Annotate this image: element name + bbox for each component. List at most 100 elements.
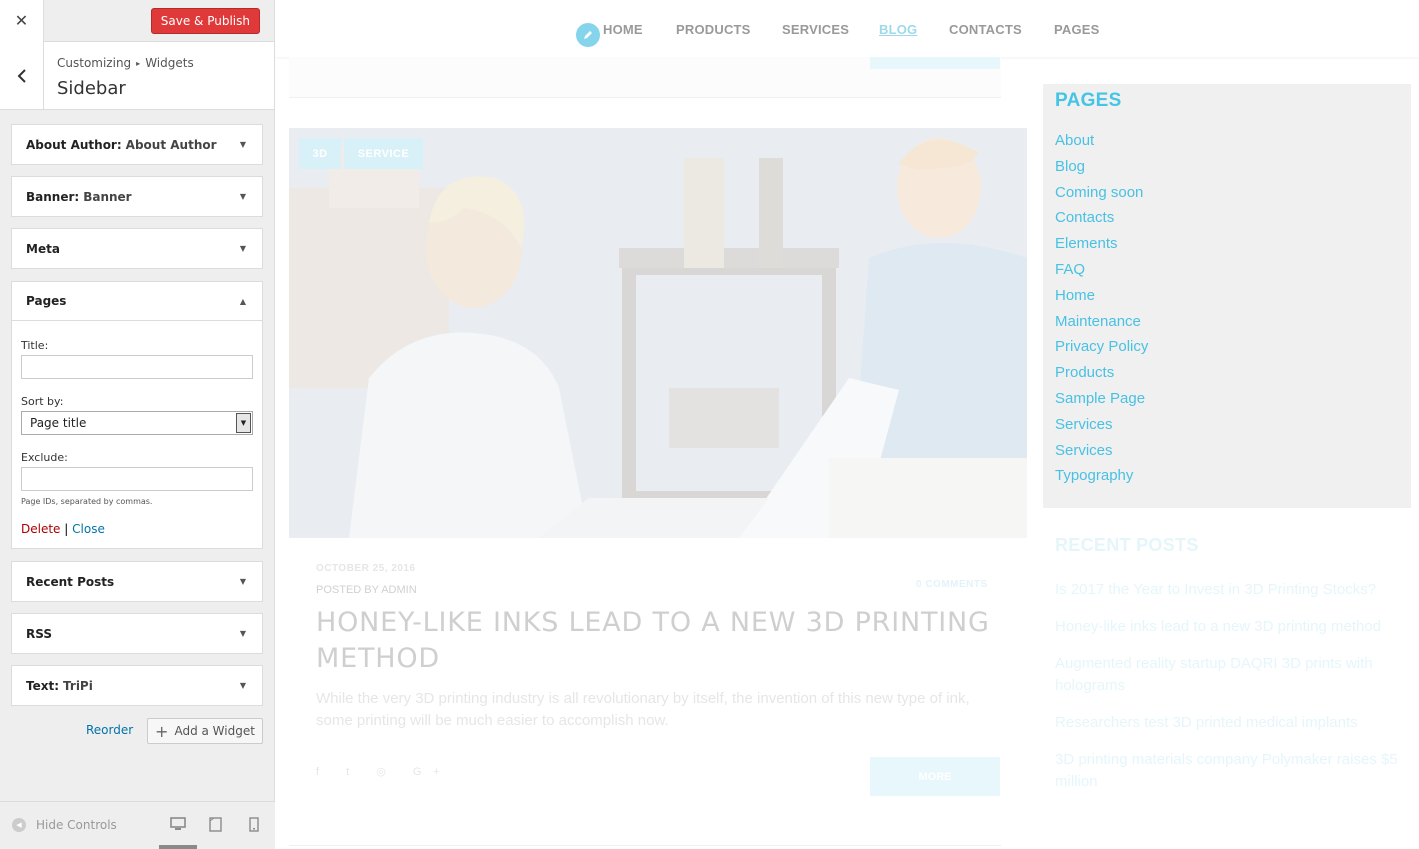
- back-button[interactable]: [0, 42, 44, 109]
- delete-link[interactable]: Delete: [21, 522, 60, 536]
- widget-name: RSS: [26, 626, 52, 641]
- pages-list-item[interactable]: Services: [1055, 416, 1148, 442]
- exclude-label: Exclude:: [21, 451, 68, 464]
- widget-subtitle: About Author: [125, 137, 217, 152]
- save-publish-button[interactable]: Save & Publish: [150, 8, 260, 34]
- nav-services[interactable]: SERVICES: [782, 22, 849, 37]
- widget-header[interactable]: RSS ▼: [12, 614, 262, 653]
- customizer-header: ✕ Save & Publish: [0, 0, 274, 42]
- pages-list-item[interactable]: Privacy Policy: [1055, 338, 1148, 364]
- post-tag-3d[interactable]: 3D: [299, 138, 341, 169]
- customizer-panel: ✕ Save & Publish Customizing ▸ Widgets Sid…: [0, 0, 275, 849]
- widget-rss[interactable]: RSS ▼: [11, 613, 263, 654]
- desktop-preview-icon[interactable]: [170, 817, 186, 831]
- post-author: POSTED BY ADMIN: [316, 584, 417, 596]
- exclude-input[interactable]: [21, 467, 253, 491]
- collapse-arrow-icon: ◀: [12, 818, 26, 832]
- widget-header[interactable]: Text: TriPi ▼: [12, 666, 262, 705]
- pages-list-item[interactable]: Blog: [1055, 158, 1148, 184]
- pages-list-item[interactable]: Products: [1055, 364, 1148, 390]
- recent-posts-title: RECENT POSTS: [1055, 535, 1199, 555]
- widget-recent-posts[interactable]: Recent Posts ▼: [11, 561, 263, 602]
- close-icon: ✕: [14, 13, 29, 30]
- widget-meta[interactable]: Meta ▼: [11, 228, 263, 269]
- widget-header[interactable]: About Author: About Author ▼: [12, 125, 262, 164]
- expand-arrow-icon[interactable]: ▼: [240, 140, 246, 149]
- recent-post-link[interactable]: Honey-like inks lead to a new 3D printin…: [1055, 616, 1405, 638]
- nav-home[interactable]: HOME: [603, 22, 643, 37]
- pages-list-item[interactable]: Services: [1055, 442, 1148, 468]
- nav-blog[interactable]: BLOG: [879, 22, 917, 37]
- post-featured-image[interactable]: 3D SERVICE: [289, 128, 1027, 538]
- widget-header[interactable]: Pages ▲: [12, 282, 262, 321]
- post-tag-service[interactable]: SERVICE: [344, 138, 423, 169]
- expand-arrow-icon[interactable]: ▼: [240, 192, 246, 201]
- pages-list-item[interactable]: Contacts: [1055, 209, 1148, 235]
- nav-products[interactable]: PRODUCTS: [676, 22, 751, 37]
- previous-more-button[interactable]: [870, 57, 1000, 69]
- add-widget-button[interactable]: + Add a Widget: [147, 718, 263, 744]
- recent-post-link[interactable]: Researchers test 3D printed medical impl…: [1055, 712, 1405, 734]
- recent-post-link[interactable]: Is 2017 the Year to Invest in 3D Printin…: [1055, 579, 1405, 601]
- nav-contacts[interactable]: CONTACTS: [949, 22, 1022, 37]
- pages-list-item[interactable]: FAQ: [1055, 261, 1148, 287]
- edit-shortcut-pencil-icon[interactable]: [576, 23, 600, 47]
- widget-about-author[interactable]: About Author: About Author ▼: [11, 124, 263, 165]
- active-device-indicator: [159, 845, 197, 849]
- widget-header[interactable]: Banner: Banner ▼: [12, 177, 262, 216]
- title-input[interactable]: [21, 355, 253, 379]
- tablet-preview-icon[interactable]: [209, 817, 222, 832]
- recent-post-link[interactable]: 3D printing materials company Polymaker …: [1055, 749, 1405, 793]
- pages-list-item[interactable]: Typography: [1055, 467, 1148, 493]
- pages-list-item[interactable]: Home: [1055, 287, 1148, 313]
- mobile-preview-icon[interactable]: [249, 817, 259, 832]
- dropdown-arrow-icon[interactable]: ▼: [236, 413, 251, 433]
- customizer-footer: ◀ Hide Controls: [0, 801, 275, 849]
- breadcrumb: Customizing ▸ Widgets: [57, 56, 194, 70]
- pages-widget-title: PAGES: [1055, 90, 1122, 111]
- pages-list: About Blog Coming soon Contacts Elements…: [1055, 132, 1148, 493]
- post-comments-link[interactable]: 0 COMMENTS: [916, 579, 988, 590]
- post-excerpt: While the very 3D printing industry is a…: [316, 690, 970, 729]
- hide-controls-button[interactable]: ◀ Hide Controls: [12, 818, 117, 832]
- more-button[interactable]: MORE: [870, 757, 1000, 796]
- expand-arrow-icon[interactable]: ▼: [240, 577, 246, 586]
- widget-name: Banner:: [26, 189, 80, 204]
- widget-banner[interactable]: Banner: Banner ▼: [11, 176, 263, 217]
- chevron-left-icon: [17, 68, 26, 83]
- title-label: Title:: [21, 339, 49, 352]
- exclude-hint: Page IDs, separated by commas.: [21, 497, 153, 506]
- post-divider: [289, 845, 1001, 849]
- plus-icon: +: [155, 721, 169, 741]
- post-title[interactable]: HONEY-LIKE INKS LEAD TO A NEW 3D PRINTIN…: [316, 605, 1006, 677]
- sort-by-label: Sort by:: [21, 395, 64, 408]
- pages-list-item[interactable]: Elements: [1055, 235, 1148, 261]
- reorder-link[interactable]: Reorder: [86, 723, 133, 737]
- widget-text[interactable]: Text: TriPi ▼: [11, 665, 263, 706]
- widget-actions: Delete | Close: [21, 522, 253, 536]
- expand-arrow-icon[interactable]: ▼: [240, 629, 246, 638]
- breadcrumb-item: Customizing: [57, 56, 132, 70]
- widget-form: Title: Sort by: Page title ▼ Exclude: Pa…: [12, 321, 262, 536]
- post-social-icons[interactable]: f t ◎ G+: [316, 765, 452, 778]
- expand-arrow-icon[interactable]: ▼: [240, 244, 246, 253]
- main-nav: HOME PRODUCTS SERVICES BLOG CONTACTS PAG…: [275, 0, 1419, 57]
- close-link[interactable]: Close: [72, 522, 105, 536]
- close-customizer-button[interactable]: ✕: [0, 0, 44, 42]
- pages-list-item[interactable]: Maintenance: [1055, 313, 1148, 339]
- sort-by-select[interactable]: Page title ▼: [21, 411, 253, 435]
- widget-name: About Author:: [26, 137, 122, 152]
- recent-post-link[interactable]: Augmented reality startup DAQRI 3D print…: [1055, 653, 1405, 697]
- expand-arrow-icon[interactable]: ▼: [240, 681, 246, 690]
- nav-pages[interactable]: PAGES: [1054, 22, 1100, 37]
- widget-header[interactable]: Recent Posts ▼: [12, 562, 262, 601]
- widget-name: Meta: [26, 241, 60, 256]
- pages-list-item[interactable]: About: [1055, 132, 1148, 158]
- pages-list-item[interactable]: Sample Page: [1055, 390, 1148, 416]
- pages-list-item[interactable]: Coming soon: [1055, 184, 1148, 210]
- collapse-arrow-icon[interactable]: ▲: [240, 297, 246, 306]
- widget-header[interactable]: Meta ▼: [12, 229, 262, 268]
- site-preview: HOME PRODUCTS SERVICES BLOG CONTACTS PAG…: [275, 0, 1419, 849]
- breadcrumb-item: Widgets: [145, 56, 194, 70]
- widget-pages[interactable]: Pages ▲ Title: Sort by: Page title ▼ Exc…: [11, 281, 263, 549]
